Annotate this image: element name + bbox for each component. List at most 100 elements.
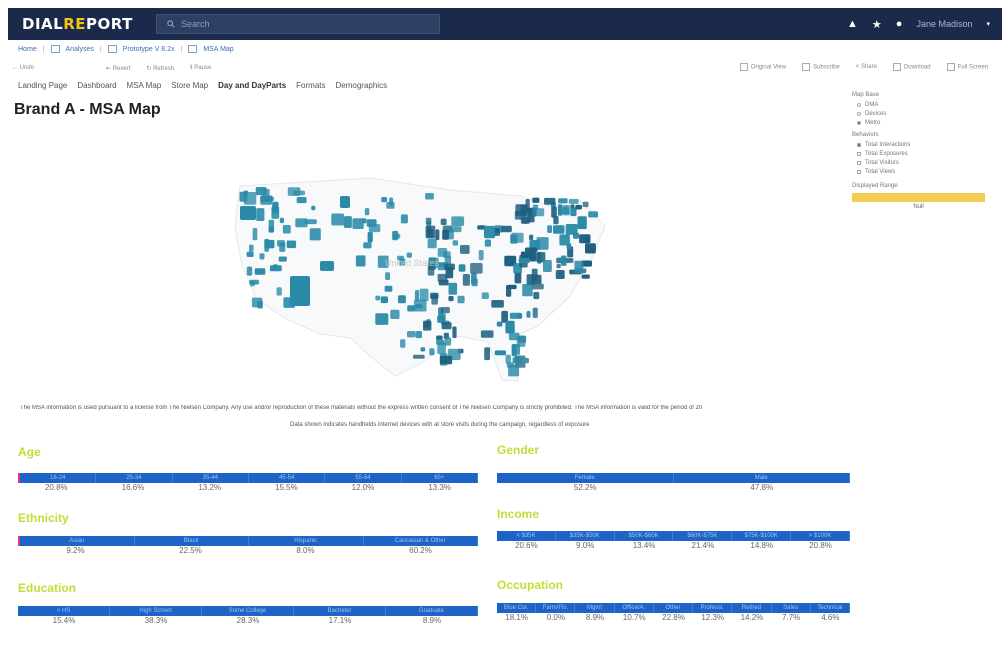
msa-region[interactable]: [536, 237, 549, 250]
msa-region[interactable]: [278, 256, 287, 262]
msa-region[interactable]: [574, 260, 584, 274]
income-column-header[interactable]: $35K-$50K: [556, 531, 615, 541]
msa-region[interactable]: [444, 337, 452, 346]
breadcrumb-project[interactable]: Prototype V 8.2x: [123, 46, 175, 53]
msa-region[interactable]: [562, 205, 570, 216]
msa-region[interactable]: [243, 190, 249, 195]
age-column-header[interactable]: 25-34: [96, 473, 173, 483]
msa-region[interactable]: [375, 295, 381, 301]
age-column-header[interactable]: 18-24: [18, 473, 97, 483]
occupation-column-header[interactable]: Sales: [772, 603, 811, 613]
full-screen-button[interactable]: Full Screen: [946, 63, 988, 71]
msa-region[interactable]: [352, 218, 364, 229]
msa-region[interactable]: [381, 197, 388, 203]
breadcrumb-folder[interactable]: Analyses: [66, 46, 94, 53]
star-icon[interactable]: ★: [872, 18, 882, 31]
refresh-button[interactable]: ↻ Refresh: [146, 65, 174, 72]
msa-region[interactable]: [392, 230, 399, 241]
msa-region[interactable]: [553, 225, 565, 234]
behavior-option-total-views[interactable]: Total Views: [857, 169, 992, 175]
income-column-header[interactable]: < $35K: [497, 531, 556, 541]
msa-region[interactable]: [565, 224, 578, 235]
education-column-header[interactable]: < HS: [18, 606, 110, 616]
msa-region[interactable]: [439, 355, 453, 365]
ethnicity-column-header[interactable]: Hispanic: [249, 536, 364, 546]
alert-icon[interactable]: ▲: [847, 18, 858, 30]
msa-region[interactable]: [427, 238, 437, 249]
share-button[interactable]: < Share: [856, 64, 877, 70]
msa-region[interactable]: [452, 326, 457, 339]
msa-region[interactable]: [415, 304, 423, 309]
msa-region[interactable]: [478, 250, 484, 261]
msa-region[interactable]: [452, 240, 459, 246]
msa-region[interactable]: [559, 234, 570, 246]
msa-region[interactable]: [441, 322, 452, 330]
tab-formats[interactable]: Formats: [296, 81, 325, 90]
msa-region[interactable]: [389, 197, 394, 206]
tab-msa-map[interactable]: MSA Map: [127, 81, 162, 90]
msa-region[interactable]: [555, 270, 565, 279]
occupation-column-header[interactable]: Office/A.: [615, 603, 654, 613]
tab-demographics[interactable]: Demographics: [336, 81, 388, 90]
msa-region[interactable]: [366, 219, 377, 227]
msa-region[interactable]: [259, 253, 265, 260]
msa-region[interactable]: [505, 320, 515, 334]
msa-region[interactable]: [425, 193, 434, 200]
msa-region[interactable]: [320, 261, 334, 271]
msa-region[interactable]: [522, 284, 533, 297]
education-column-header[interactable]: Graduate: [386, 606, 478, 616]
msa-region[interactable]: [240, 206, 256, 220]
occupation-column-header[interactable]: Technical: [811, 603, 850, 613]
msa-region[interactable]: [581, 274, 590, 279]
msa-region[interactable]: [304, 219, 317, 225]
gender-column-header[interactable]: Female: [497, 473, 674, 483]
msa-region[interactable]: [526, 311, 531, 318]
msa-region[interactable]: [484, 239, 491, 247]
msa-region[interactable]: [494, 350, 506, 356]
age-column-header[interactable]: 55-64: [325, 473, 402, 483]
msa-region[interactable]: [309, 228, 321, 241]
msa-region[interactable]: [419, 288, 429, 302]
msa-region[interactable]: [436, 339, 445, 345]
msa-region[interactable]: [533, 292, 540, 300]
msa-region[interactable]: [385, 272, 390, 280]
msa-region[interactable]: [470, 263, 483, 274]
behavior-option-total-exposures[interactable]: Total Exposures: [857, 151, 992, 157]
msa-region[interactable]: [279, 217, 284, 224]
msa-region[interactable]: [481, 292, 489, 299]
msa-region[interactable]: [264, 239, 275, 249]
revert-button[interactable]: ⇤ Revert: [106, 65, 130, 72]
msa-region[interactable]: [556, 264, 561, 269]
gender-column-header[interactable]: Male: [674, 473, 850, 483]
msa-region[interactable]: [514, 272, 522, 284]
msa-region[interactable]: [290, 276, 310, 306]
msa-region[interactable]: [311, 205, 316, 211]
msa-region[interactable]: [585, 243, 596, 254]
behavior-option-total-interactions[interactable]: Total Interactions: [857, 142, 992, 148]
msa-region[interactable]: [400, 214, 408, 224]
msa-region[interactable]: [577, 216, 587, 230]
msa-region[interactable]: [448, 296, 454, 302]
tab-day-and-dayparts[interactable]: Day and DayParts: [218, 81, 286, 90]
msa-region[interactable]: [436, 335, 443, 341]
msa-region[interactable]: [510, 234, 518, 244]
msa-region[interactable]: [287, 187, 301, 196]
msa-region[interactable]: [420, 347, 426, 352]
msa-region[interactable]: [343, 216, 352, 228]
search-input[interactable]: Search: [156, 14, 440, 34]
msa-region[interactable]: [444, 263, 455, 271]
msa-region[interactable]: [440, 218, 447, 225]
msa-region[interactable]: [529, 234, 534, 241]
msa-region[interactable]: [435, 229, 440, 241]
income-column-header[interactable]: $50K-$60K: [615, 531, 674, 541]
msa-region[interactable]: [441, 307, 450, 314]
msa-region[interactable]: [544, 197, 556, 205]
msa-region[interactable]: [560, 255, 567, 266]
msa-region[interactable]: [276, 287, 282, 296]
msa-region[interactable]: [414, 290, 420, 302]
msa-region[interactable]: [390, 309, 400, 319]
map-base-option-metro[interactable]: Metro: [857, 120, 992, 126]
income-column-header[interactable]: $60K-$75K: [673, 531, 733, 541]
msa-region[interactable]: [340, 196, 350, 208]
msa-region[interactable]: [532, 197, 540, 203]
